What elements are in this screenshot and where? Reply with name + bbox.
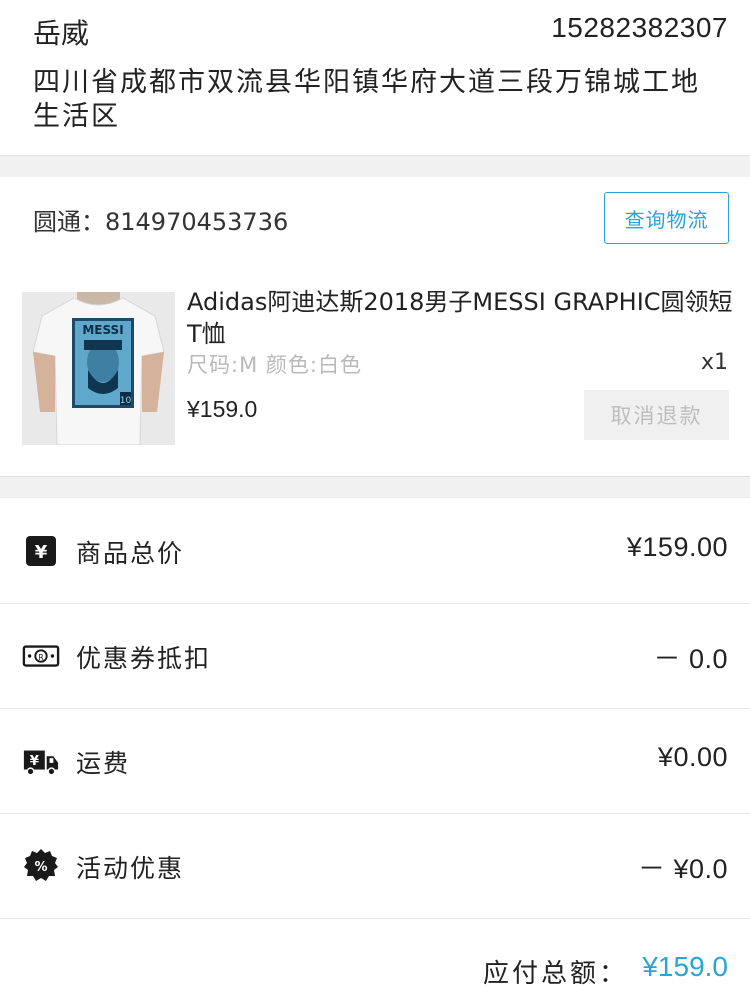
shirt-print-text: MESSI <box>82 323 123 337</box>
summary-row-promotion: % 活动优惠 － ¥0.0 <box>0 814 750 919</box>
summary-value: ¥159.00 <box>626 532 728 562</box>
shipping-address: 岳威 15282382307 四川省成都市双流县华阳镇华府大道三段万锦城工地生活… <box>0 0 750 155</box>
svg-text:%: % <box>34 860 47 875</box>
delivery-truck-icon: ¥ <box>22 743 60 779</box>
product-image: MESSI 10 <box>22 292 175 445</box>
tshirt-image: MESSI 10 <box>22 292 175 445</box>
section-divider <box>0 476 750 498</box>
yen-square-icon: ¥ <box>22 533 60 569</box>
percent-badge-icon: % <box>22 848 60 884</box>
section-divider <box>0 155 750 177</box>
payable-total-bar: 应付总额： ¥159.0 <box>0 918 750 999</box>
product-spec: 尺码:M 颜色:白色 <box>187 353 362 377</box>
svg-text:¥: ¥ <box>35 542 48 563</box>
recipient-name: 岳威 <box>33 17 90 50</box>
summary-label: 优惠券抵扣 <box>76 644 212 673</box>
recipient-phone: 15282382307 <box>551 12 728 43</box>
summary-label: 运费 <box>76 749 131 778</box>
summary-row-coupon: R 优惠券抵扣 － 0.0 <box>0 604 750 709</box>
total-amount: ¥159.0 <box>642 951 728 982</box>
summary-value: ¥0.00 <box>657 742 728 772</box>
svg-text:¥: ¥ <box>30 754 40 769</box>
summary-row-goods-total: ¥ 商品总价 ¥159.00 <box>0 499 750 604</box>
product-quantity: x1 <box>700 350 728 375</box>
cancel-refund-button[interactable]: 取消退款 <box>584 390 729 440</box>
summary-row-shipping: ¥ 运费 ¥0.00 <box>0 709 750 814</box>
shirt-number: 10 <box>120 396 132 406</box>
summary-label: 商品总价 <box>76 539 185 568</box>
product-title[interactable]: Adidas阿迪达斯2018男子MESSI GRAPHIC圆领短T恤 <box>187 286 742 350</box>
address-detail: 四川省成都市双流县华阳镇华府大道三段万锦城工地生活区 <box>33 67 700 132</box>
product-price: ¥159.0 <box>187 396 258 422</box>
tracking-number: 圆通：814970453736 <box>33 208 289 236</box>
summary-value: － ¥0.0 <box>637 854 728 884</box>
summary-label: 活动优惠 <box>76 854 185 883</box>
query-logistics-button[interactable]: 查询物流 <box>604 192 729 244</box>
summary-value: － 0.0 <box>653 644 728 674</box>
order-product-item[interactable]: MESSI 10 Adidas阿迪达斯2018男子MESSI GRAPHIC圆领… <box>0 280 750 460</box>
coupon-ticket-icon: R <box>22 638 60 674</box>
svg-text:R: R <box>38 653 44 662</box>
total-label: 应付总额： <box>482 959 628 989</box>
